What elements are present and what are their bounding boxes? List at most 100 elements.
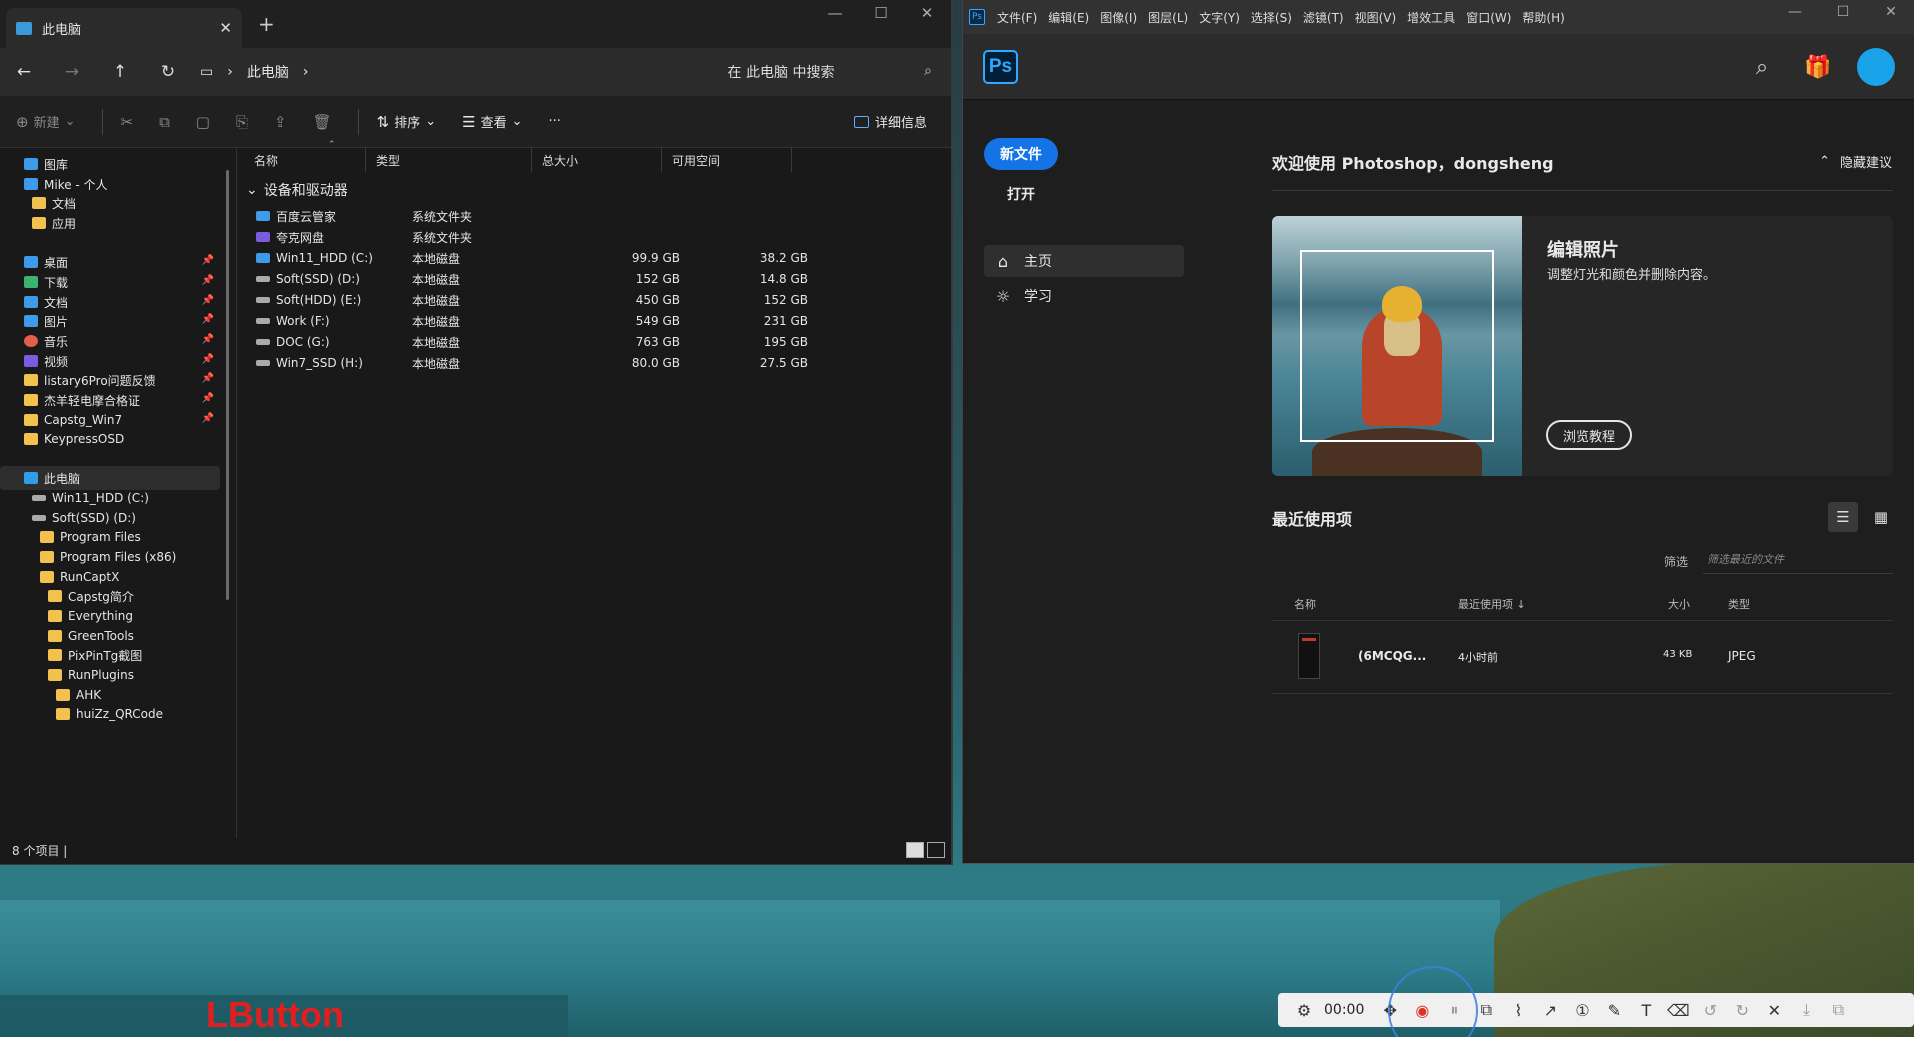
navigation-pane-scrollbar[interactable] [226,170,229,600]
grid-view-icon[interactable]: ▦ [1866,502,1896,532]
table-row[interactable]: DOC (G:) 本地磁盘 763 GB 195 GB [256,332,936,352]
column-header-name[interactable]: 名称 ⌃ [246,140,366,172]
polyline-icon[interactable]: ⌇ [1502,1001,1534,1020]
download-icon[interactable]: ⤓ [1790,1000,1822,1020]
sidebar-item-label: RunPlugins [68,668,134,682]
th-size[interactable]: 大小 [1668,596,1690,612]
copy-button[interactable]: ⧉ [159,113,170,131]
arrow-icon[interactable]: ↗ [1534,1001,1566,1020]
menu-item[interactable]: 选择(S) [1251,9,1292,26]
view-button[interactable]: ☰ 查看 ⌄ [462,112,522,132]
table-row[interactable]: Work (F:) 本地磁盘 549 GB 231 GB [256,311,936,331]
redo-icon[interactable]: ↻ [1726,1001,1758,1020]
menu-item[interactable]: 编辑(E) [1048,9,1089,26]
menu-item[interactable]: 视图(V) [1355,9,1397,26]
sidebar-item[interactable]: huiZz_QRCode [0,702,220,726]
forward-arrow-icon[interactable]: → [48,62,96,82]
open-button[interactable]: 打开 [1007,184,1035,204]
photoshop-app-icon[interactable]: Ps [969,9,985,25]
close-icon[interactable]: ✕ [1867,4,1914,20]
menu-item[interactable]: 增效工具 [1407,9,1455,26]
menu-item[interactable]: 文字(Y) [1199,9,1240,26]
recent-file-row[interactable]: (6MCQG... 4小时前 43 KB JPEG [1272,620,1893,694]
table-row[interactable]: 夸克网盘 系统文件夹 [256,227,936,247]
menu-item[interactable]: 帮助(H) [1522,9,1564,26]
search-input[interactable]: 在 此电脑 中搜索 ⌕ [620,54,942,90]
breadcrumb-item[interactable]: 此电脑 [247,62,289,82]
breadcrumb[interactable]: ▭ › 此电脑 › [200,62,308,82]
close-icon[interactable]: ✕ [904,4,950,22]
sort-button[interactable]: ⇅ 排序 ⌄ [377,112,437,132]
column-header-total[interactable]: 总大小 [534,148,662,172]
folder-icon [40,571,54,583]
number-marker-icon[interactable]: ① [1566,1001,1598,1020]
column-header-free[interactable]: 可用空间 [664,148,792,172]
cut-button[interactable]: ✂ [121,113,134,131]
new-button[interactable]: ⊕ 新建 ⌄ [16,112,76,132]
new-file-button[interactable]: 新文件 [984,138,1058,170]
menu-item[interactable]: 窗口(W) [1466,9,1511,26]
filter-input[interactable] [1703,546,1893,574]
menu-item[interactable]: 图像(I) [1100,9,1137,26]
refresh-icon[interactable]: ↻ [144,62,192,82]
minimize-icon[interactable]: — [1771,4,1819,20]
maximize-icon[interactable]: ☐ [1819,4,1867,20]
th-type[interactable]: 类型 [1728,596,1750,612]
details-pane-button[interactable]: 详细信息 [853,112,927,131]
close-icon[interactable]: ✕ [1758,1001,1790,1020]
minimize-icon[interactable]: — [812,4,858,22]
photoshop-window: Ps 文件(F) 编辑(E) 图像(I) 图层(L) 文字(Y) 选择(S) 滤镜(T) 视图… [962,0,1914,864]
cell-name: Win11_HDD (C:) [276,251,373,265]
paste-button[interactable]: ▢ [196,113,210,131]
avatar[interactable] [1857,48,1895,86]
cell-name: Soft(SSD) (D:) [276,272,360,286]
gift-icon[interactable]: 🎁 [1801,50,1835,84]
undo-icon[interactable]: ↺ [1694,1001,1726,1020]
column-header-type[interactable]: 类型 [368,148,532,172]
table-row[interactable]: Win7_SSD (H:) 本地磁盘 80.0 GB 27.5 GB [256,353,936,373]
maximize-icon[interactable]: ☐ [858,4,904,22]
list-view-icon[interactable]: ☰ [1828,502,1858,532]
more-options-button[interactable]: ··· [549,114,561,129]
hide-tips-button[interactable]: ⌃ 隐藏建议 [1819,152,1892,171]
search-icon[interactable]: ⌕ [1745,50,1779,84]
text-icon[interactable]: T [1630,1001,1662,1020]
sidebar-item[interactable]: KeypressOSD [0,427,220,451]
tiles-view-icon[interactable] [927,842,945,858]
back-arrow-icon[interactable]: ← [0,62,48,82]
table-row[interactable]: Soft(SSD) (D:) 本地磁盘 152 GB 14.8 GB [256,269,936,289]
menu-item[interactable]: 图层(L) [1148,9,1188,26]
explorer-tab[interactable]: 此电脑 ✕ [6,8,242,48]
details-view-icon[interactable] [906,842,924,858]
pane-divider[interactable] [236,148,237,838]
breadcrumb-chevron-icon[interactable]: › [303,64,309,80]
new-tab-button[interactable]: + [258,12,275,36]
copy-icon[interactable]: ⧉ [1822,1000,1854,1020]
menu-item[interactable]: 滤镜(T) [1303,9,1344,26]
nav-home[interactable]: ⌂ 主页 [984,245,1184,277]
th-name[interactable]: 名称 [1294,596,1316,612]
sidebar-item[interactable]: 应用 [0,211,220,235]
group-header[interactable]: ⌄ 设备和驱动器 [246,180,348,200]
table-row[interactable]: 百度云管家 系统文件夹 [256,206,936,226]
settings-gear-icon[interactable]: ⚙ [1288,1001,1320,1020]
recent-title: 最近使用项 [1272,510,1353,529]
sort-up-icon: ⌃ [328,140,336,150]
up-arrow-icon[interactable]: ↑ [96,62,144,82]
nav-learn[interactable]: ☼ 学习 [984,280,1184,312]
cell-total: 763 GB [635,335,680,349]
delete-button[interactable]: 🗑 [313,113,332,131]
pen-icon[interactable]: ✎ [1598,1001,1630,1020]
share-button[interactable]: ⇪ [274,113,287,131]
tab-close-icon[interactable]: ✕ [219,19,232,37]
cell-name: 百度云管家 [276,209,337,224]
command-bar: ⊕ 新建 ⌄ ✂ ⧉ ▢ ⎘ ⇪ 🗑 ⇅ 排序 ⌄ ☰ 查看 ⌄ ··· 详细信息 [0,96,951,148]
browse-tutorial-button[interactable]: 浏览教程 [1546,420,1632,450]
table-row[interactable]: Win11_HDD (C:) 本地磁盘 99.9 GB 38.2 GB [256,248,936,268]
table-row[interactable]: Soft(HDD) (E:) 本地磁盘 450 GB 152 GB [256,290,936,310]
eraser-icon[interactable]: ⌫ [1662,1001,1694,1020]
rename-button[interactable]: ⎘ [236,113,248,131]
th-recent[interactable]: 最近使用项 ↓ [1458,596,1526,612]
menu-item[interactable]: 文件(F) [997,9,1037,26]
cell-type: 系统文件夹 [412,209,473,224]
